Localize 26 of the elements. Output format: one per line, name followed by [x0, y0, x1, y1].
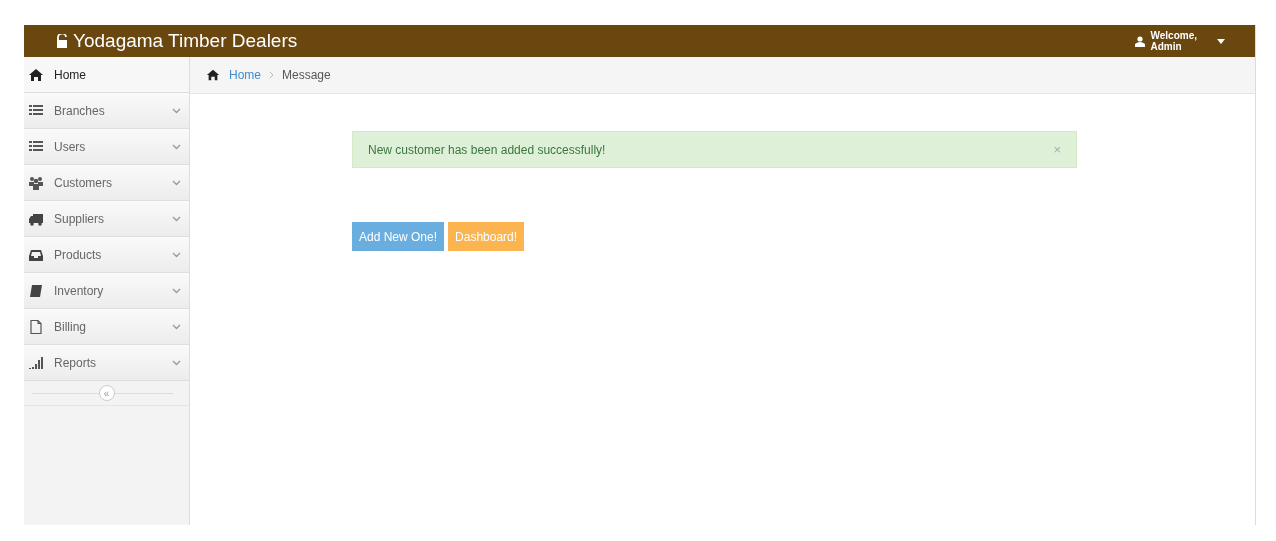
sidebar-item[interactable]: Billing	[24, 309, 189, 345]
sidebar-item[interactable]: Suppliers	[24, 201, 189, 237]
chevron-icon	[269, 71, 274, 79]
sidebar-item[interactable]: Home	[24, 57, 189, 93]
sidebar-item[interactable]: Branches	[24, 93, 189, 129]
collapse-button[interactable]: «	[98, 385, 115, 401]
file-icon	[28, 318, 44, 335]
user-name[interactable]: Admin	[1150, 41, 1197, 52]
lock-icon	[56, 34, 68, 48]
breadcrumb-current: Message	[282, 68, 331, 82]
home-icon	[28, 66, 44, 83]
group-icon	[28, 174, 44, 191]
alert-message: New customer has been added successfully!	[368, 142, 606, 157]
signal-icon	[28, 354, 44, 371]
sidebar-item[interactable]: Products	[24, 237, 189, 273]
home-icon	[205, 68, 221, 82]
user-icon	[1134, 35, 1145, 47]
sidebar-item[interactable]: Reports	[24, 345, 189, 381]
sidebar-item[interactable]: Customers	[24, 165, 189, 201]
breadcrumb-link[interactable]: Home	[229, 68, 261, 82]
sidebar-item[interactable]: Users	[24, 129, 189, 165]
caret-icon[interactable]	[1217, 38, 1225, 44]
welcome-text: Welcome,	[1150, 30, 1197, 41]
book-icon	[28, 282, 44, 299]
sidebar-item[interactable]: Inventory	[24, 273, 189, 309]
app-title: Yodagama Timber Dealers	[73, 30, 298, 52]
